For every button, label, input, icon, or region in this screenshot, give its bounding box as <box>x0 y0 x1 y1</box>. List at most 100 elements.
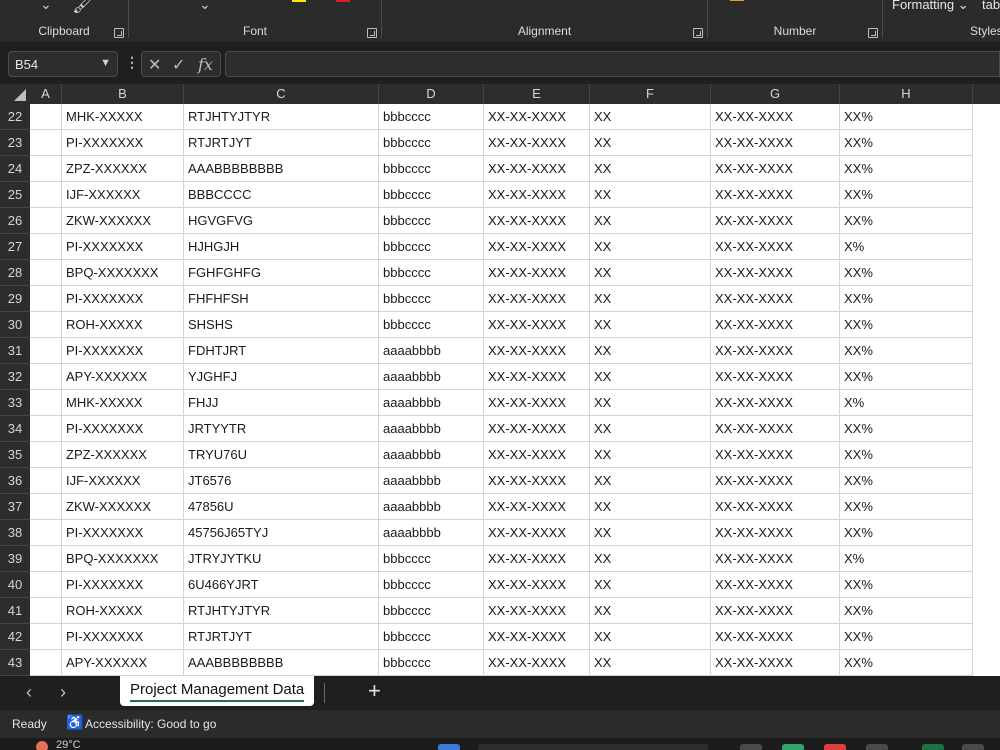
cell-b[interactable]: ROH-XXXXX <box>62 312 184 338</box>
cell-c[interactable]: TRYU76U <box>184 442 379 468</box>
cell-h[interactable]: XX% <box>840 650 973 676</box>
cell-a[interactable] <box>30 416 62 442</box>
cell-h[interactable]: XX% <box>840 572 973 598</box>
column-header-d[interactable]: D <box>379 84 484 104</box>
cell-a[interactable] <box>30 130 62 156</box>
taskbar-app-icon[interactable] <box>782 744 804 750</box>
cell-a[interactable] <box>30 156 62 182</box>
column-header-h[interactable]: H <box>840 84 973 104</box>
cell-e[interactable]: XX-XX-XXXX <box>484 104 590 130</box>
cell-e[interactable]: XX-XX-XXXX <box>484 624 590 650</box>
cell-f[interactable]: XX <box>590 624 711 650</box>
cell-b[interactable]: ROH-XXXXX <box>62 598 184 624</box>
font-size-icon[interactable]: ⌄ <box>199 0 211 13</box>
cell-d[interactable]: bbbcccc <box>379 598 484 624</box>
cell-f[interactable]: XX <box>590 598 711 624</box>
cell-f[interactable]: XX <box>590 520 711 546</box>
cell-b[interactable]: ZKW-XXXXXX <box>62 208 184 234</box>
cell-e[interactable]: XX-XX-XXXX <box>484 208 590 234</box>
currency-icon[interactable] <box>730 0 744 1</box>
cell-b[interactable]: BPQ-XXXXXXX <box>62 260 184 286</box>
cell-d[interactable]: aaaabbbb <box>379 338 484 364</box>
cell-b[interactable]: PI-XXXXXXX <box>62 520 184 546</box>
highlight-color-icon[interactable] <box>292 0 306 2</box>
cell-g[interactable]: XX-XX-XXXX <box>711 286 840 312</box>
cell-f[interactable]: XX <box>590 390 711 416</box>
cell-g[interactable]: XX-XX-XXXX <box>711 442 840 468</box>
cell-h[interactable]: XX% <box>840 130 973 156</box>
cell-h[interactable]: XX% <box>840 364 973 390</box>
cell-d[interactable]: aaaabbbb <box>379 416 484 442</box>
row-header[interactable]: 35 <box>0 442 30 468</box>
cell-h[interactable]: XX% <box>840 104 973 130</box>
cell-h[interactable]: X% <box>840 390 973 416</box>
weather-temperature[interactable]: 29°C <box>56 739 81 750</box>
column-header-e[interactable]: E <box>484 84 590 104</box>
cell-c[interactable]: HGVGFVG <box>184 208 379 234</box>
cell-g[interactable]: XX-XX-XXXX <box>711 338 840 364</box>
cell-e[interactable]: XX-XX-XXXX <box>484 364 590 390</box>
cell-e[interactable]: XX-XX-XXXX <box>484 156 590 182</box>
cell-g[interactable]: XX-XX-XXXX <box>711 546 840 572</box>
cell-g[interactable]: XX-XX-XXXX <box>711 312 840 338</box>
select-all-button[interactable] <box>0 84 30 104</box>
cell-h[interactable]: XX% <box>840 156 973 182</box>
cell-g[interactable]: XX-XX-XXXX <box>711 624 840 650</box>
cell-a[interactable] <box>30 520 62 546</box>
row-header[interactable]: 32 <box>0 364 30 390</box>
row-header[interactable]: 39 <box>0 546 30 572</box>
cell-g[interactable]: XX-XX-XXXX <box>711 234 840 260</box>
cancel-icon[interactable]: ✕ <box>148 55 161 75</box>
cell-f[interactable]: XX <box>590 364 711 390</box>
cell-g[interactable]: XX-XX-XXXX <box>711 364 840 390</box>
cell-a[interactable] <box>30 598 62 624</box>
cell-e[interactable]: XX-XX-XXXX <box>484 390 590 416</box>
cell-c[interactable]: RTJRTJYT <box>184 130 379 156</box>
cell-d[interactable]: aaaabbbb <box>379 442 484 468</box>
cell-e[interactable]: XX-XX-XXXX <box>484 234 590 260</box>
column-header-b[interactable]: B <box>62 84 184 104</box>
column-header-g[interactable]: G <box>711 84 840 104</box>
font-launcher-icon[interactable] <box>367 28 377 38</box>
cell-e[interactable]: XX-XX-XXXX <box>484 650 590 676</box>
cell-h[interactable]: XX% <box>840 312 973 338</box>
row-header[interactable]: 22 <box>0 104 30 130</box>
row-header[interactable]: 37 <box>0 494 30 520</box>
cell-h[interactable]: XX% <box>840 442 973 468</box>
cell-a[interactable] <box>30 364 62 390</box>
cell-f[interactable]: XX <box>590 442 711 468</box>
cell-b[interactable]: ZPZ-XXXXXX <box>62 156 184 182</box>
cell-f[interactable]: XX <box>590 416 711 442</box>
cell-b[interactable]: ZPZ-XXXXXX <box>62 442 184 468</box>
cell-a[interactable] <box>30 572 62 598</box>
column-header-a[interactable]: A <box>30 84 62 104</box>
cell-e[interactable]: XX-XX-XXXX <box>484 338 590 364</box>
row-header[interactable]: 30 <box>0 312 30 338</box>
cell-a[interactable] <box>30 546 62 572</box>
taskbar-app-icon[interactable] <box>438 744 460 750</box>
cell-g[interactable]: XX-XX-XXXX <box>711 182 840 208</box>
add-sheet-icon[interactable]: + <box>368 678 381 704</box>
taskbar-excel-icon[interactable] <box>922 744 944 750</box>
cell-f[interactable]: XX <box>590 234 711 260</box>
cell-b[interactable]: IJF-XXXXXX <box>62 182 184 208</box>
row-header[interactable]: 31 <box>0 338 30 364</box>
cell-h[interactable]: XX% <box>840 182 973 208</box>
font-color-icon[interactable] <box>336 0 350 2</box>
cell-grid[interactable]: MHK-XXXXX RTJHTYJTYR bbbcccc XX-XX-XXXX XX XX… <box>30 104 1000 676</box>
cell-c[interactable]: JT6576 <box>184 468 379 494</box>
row-header[interactable]: 43 <box>0 650 30 676</box>
cell-d[interactable]: bbbcccc <box>379 208 484 234</box>
cell-f[interactable]: XX <box>590 468 711 494</box>
format-painter-icon[interactable]: 🖌 <box>72 0 95 15</box>
cell-h[interactable]: XX% <box>840 208 973 234</box>
confirm-icon[interactable]: ✓ <box>172 55 185 75</box>
cell-a[interactable] <box>30 182 62 208</box>
cell-e[interactable]: XX-XX-XXXX <box>484 520 590 546</box>
column-header-c[interactable]: C <box>184 84 379 104</box>
row-header[interactable]: 33 <box>0 390 30 416</box>
cell-c[interactable]: RTJHTYJTYR <box>184 104 379 130</box>
cell-f[interactable]: XX <box>590 338 711 364</box>
cell-b[interactable]: PI-XXXXXXX <box>62 130 184 156</box>
cell-a[interactable] <box>30 650 62 676</box>
